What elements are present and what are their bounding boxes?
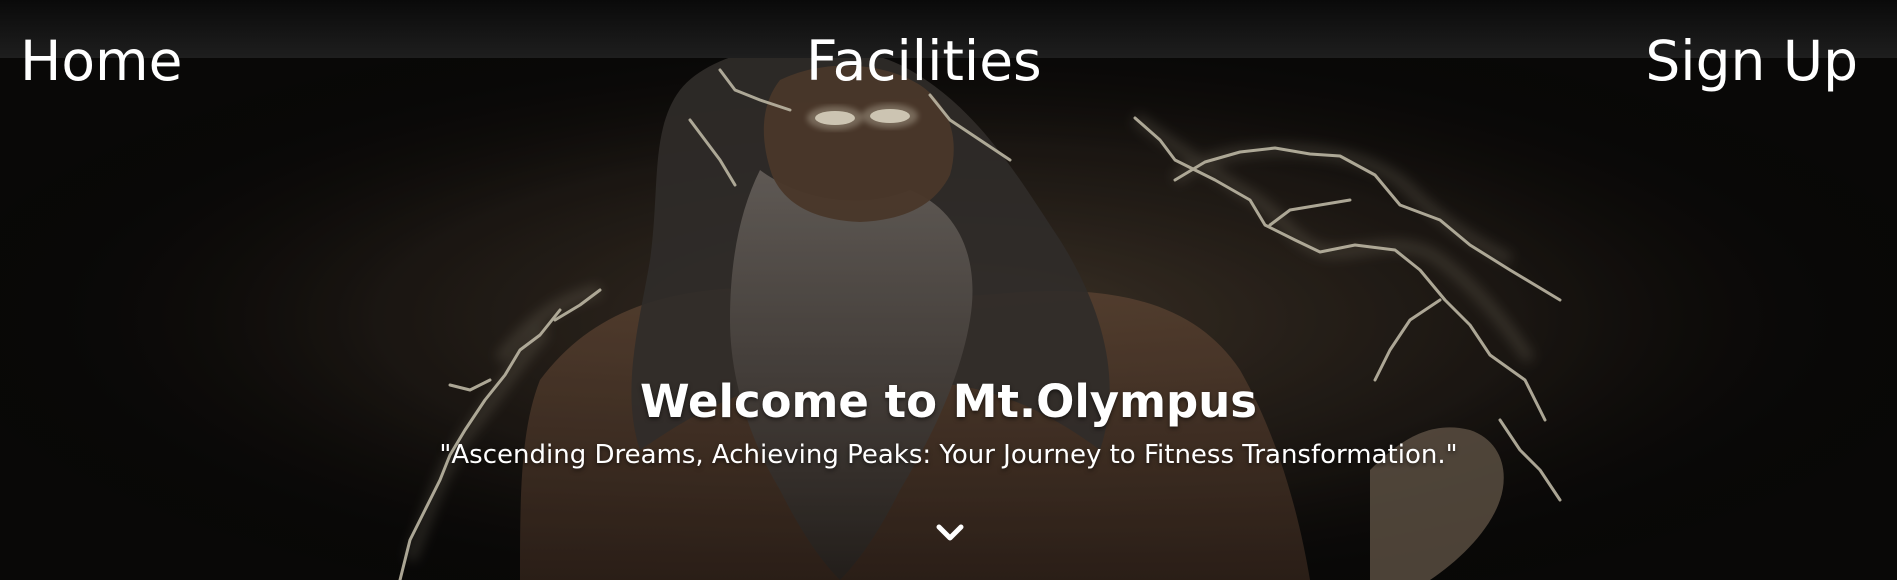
hero-title: Welcome to Mt.Olympus	[639, 375, 1258, 428]
chevron-down-icon[interactable]	[935, 522, 965, 544]
hero-subtitle: "Ascending Dreams, Achieving Peaks: Your…	[439, 440, 1458, 470]
nav-home-link[interactable]: Home	[20, 26, 182, 96]
hero-section: Home Facilities Sign Up Welcome to Mt.Ol…	[0, 0, 1897, 580]
nav-signup-link[interactable]: Sign Up	[1645, 26, 1858, 96]
nav-facilities-link[interactable]: Facilities	[806, 26, 1042, 96]
hero-content: Welcome to Mt.Olympus "Ascending Dreams,…	[0, 368, 1897, 473]
